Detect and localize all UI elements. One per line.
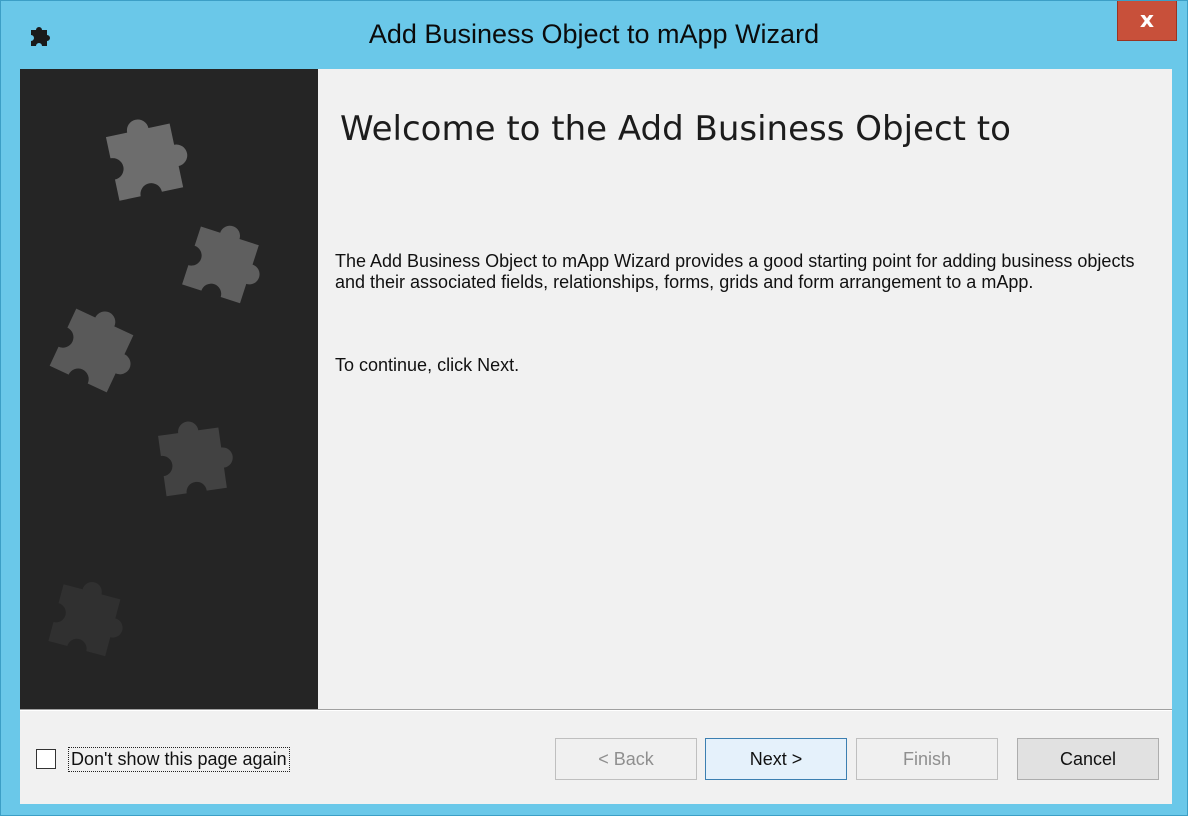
close-button[interactable]: x (1117, 1, 1177, 41)
close-icon: x (1139, 8, 1155, 33)
continue-instruction: To continue, click Next. (335, 355, 520, 375)
page-heading: Welcome to the Add Business Object to (340, 109, 1011, 149)
cancel-button[interactable]: Cancel (1017, 738, 1159, 780)
dont-show-again-option[interactable]: Don't show this page again (36, 744, 290, 774)
window-title: Add Business Object to mApp Wizard (368, 19, 820, 49)
puzzle-pieces-graphic (48, 110, 272, 659)
side-banner (20, 69, 318, 709)
page-description: The Add Business Object to mApp Wizard p… (335, 251, 1135, 292)
wizard-window: Add Business Object to mApp Wizard x Wel… (0, 0, 1188, 816)
title-bar[interactable]: Add Business Object to mApp Wizard x (1, 1, 1187, 69)
back-button[interactable]: < Back (555, 738, 697, 780)
dont-show-again-label[interactable]: Don't show this page again (68, 746, 290, 772)
wizard-content: Welcome to the Add Business Object to Th… (20, 69, 1172, 804)
finish-button[interactable]: Finish (856, 738, 998, 780)
footer-separator (20, 709, 1172, 711)
dont-show-again-checkbox[interactable] (36, 749, 56, 769)
next-button[interactable]: Next > (705, 738, 847, 780)
